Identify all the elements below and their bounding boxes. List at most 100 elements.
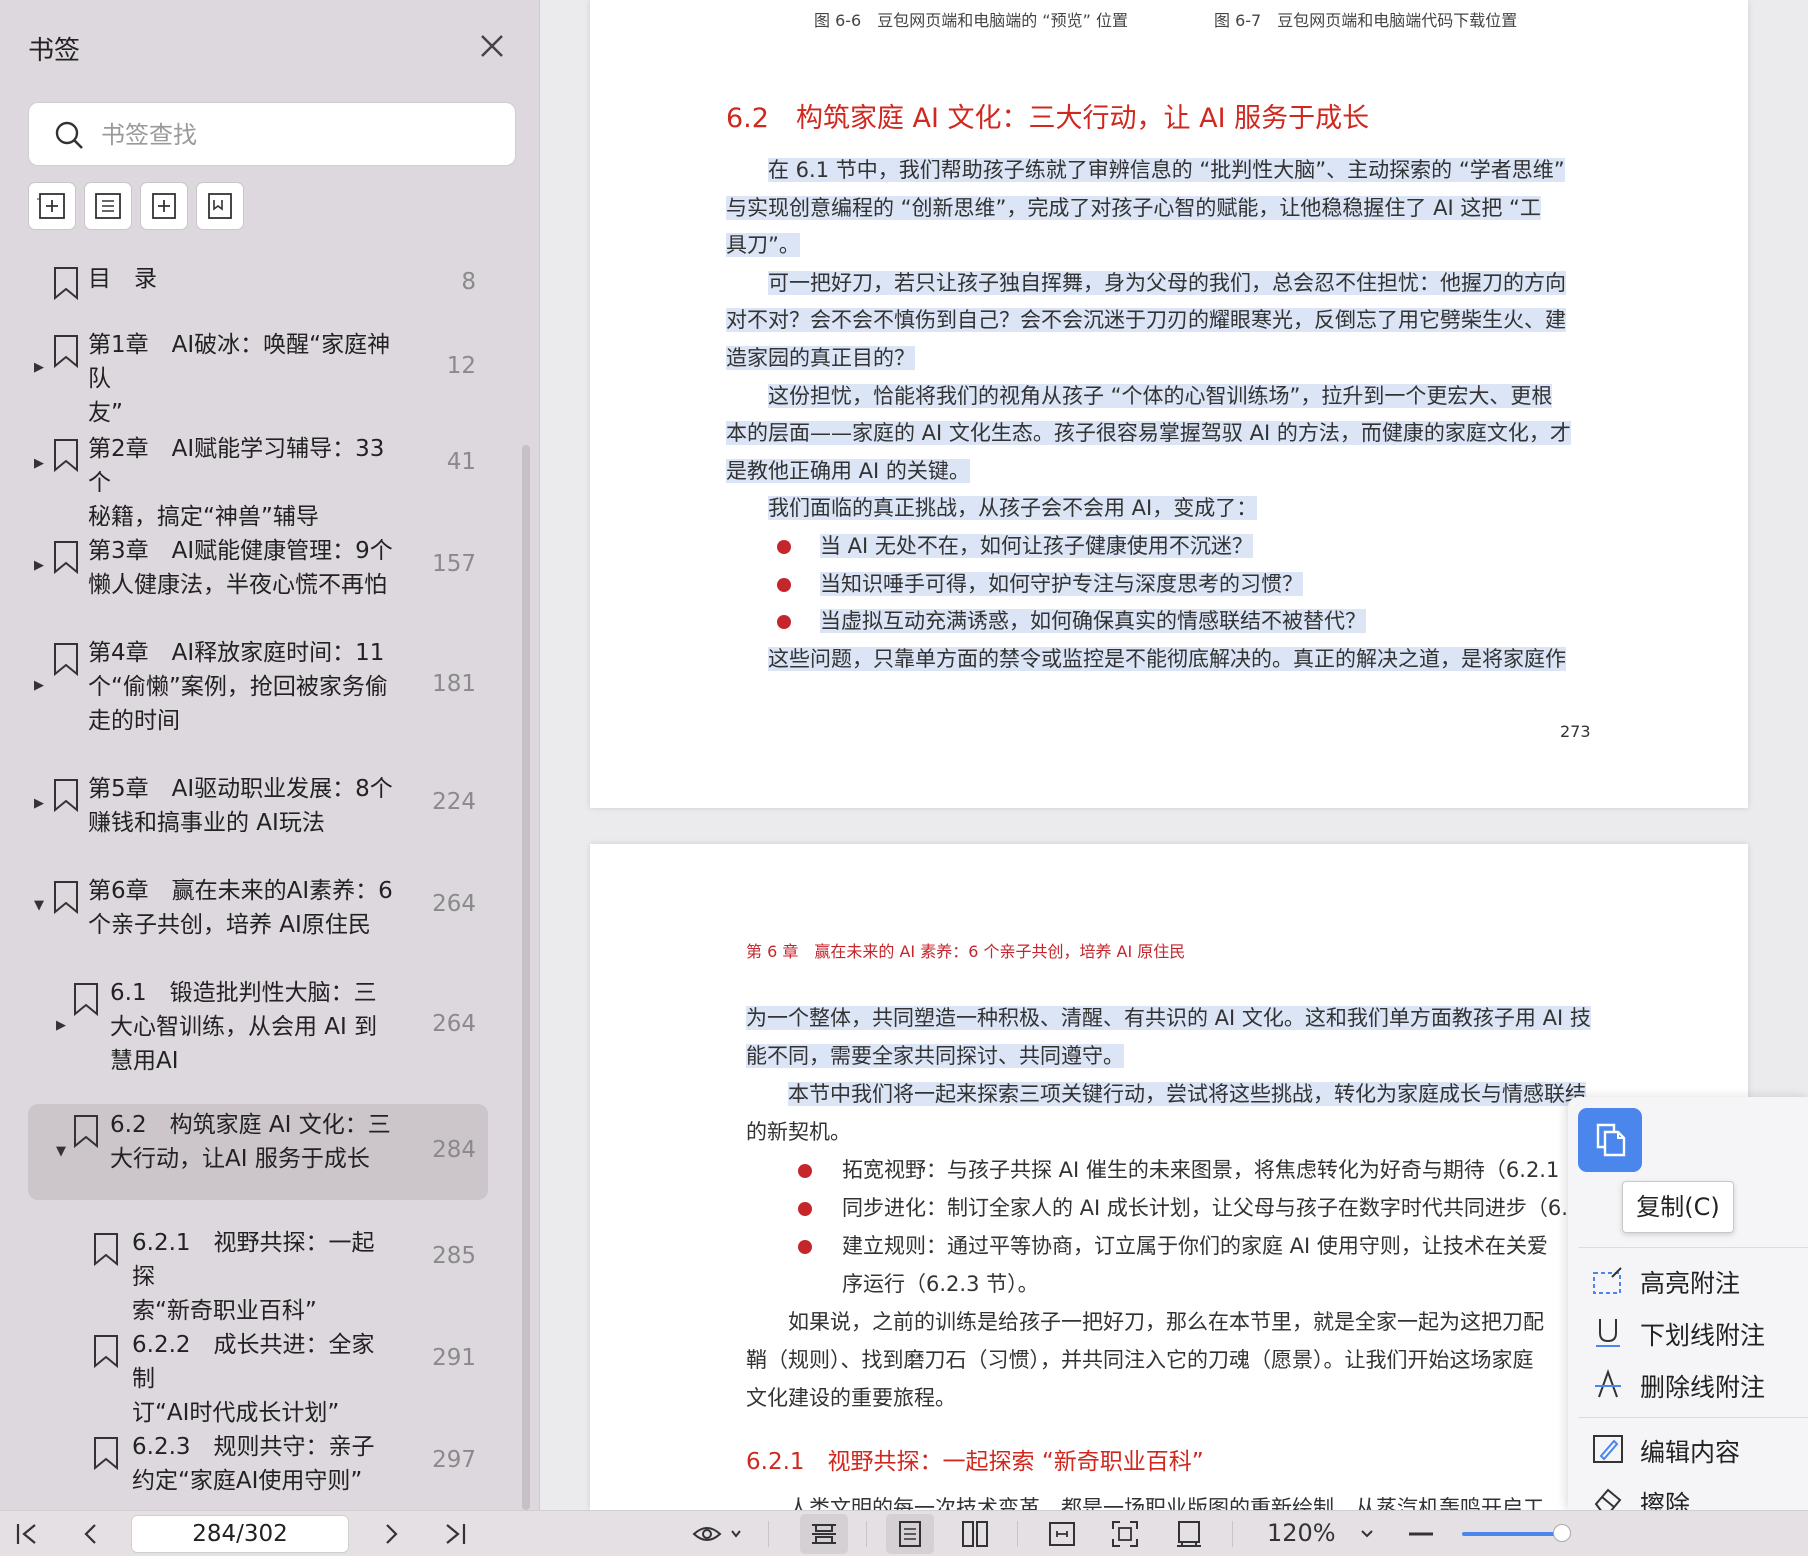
bookmark-item[interactable]: ▶ 6.1 锻造批判性大脑：三 大心智训练，从会用 AI 到慧用AI 264 xyxy=(28,972,488,1080)
body-text-line: 可一把好刀，若只让孩子独自挥舞，身为父母的我们，总会忍不住担忧：他握刀的方向 xyxy=(768,270,1566,295)
text-line: 我们面临的真正挑战，从孩子会不会用 AI，变成了： xyxy=(768,494,1258,522)
body-text-line: 同步进化：制订全家人的 AI 成长计划，让父母与孩子在数字时代共同进步（6.2.… xyxy=(842,1196,1602,1220)
view-mode-eye-icon[interactable] xyxy=(692,1519,742,1549)
previous-page-icon[interactable] xyxy=(76,1519,106,1549)
bookmark-icon xyxy=(54,779,78,812)
strikethrough-note-item[interactable]: 删除线附注 xyxy=(1568,1360,1808,1408)
single-page-icon[interactable] xyxy=(895,1519,925,1549)
copy-button[interactable] xyxy=(1578,1108,1642,1172)
zoom-slider-handle[interactable] xyxy=(1553,1524,1571,1542)
text-line: 当知识唾手可得，如何守护专注与深度思考的习惯？ xyxy=(820,570,1303,598)
add-bookmark-button[interactable] xyxy=(28,182,76,230)
text-line: 具刀”。 xyxy=(726,231,800,259)
expand-arrow-icon[interactable]: ▶ xyxy=(34,796,44,811)
bookmark-item[interactable]: ▶ 第4章 AI释放家庭时间：11 个“偷懒”案例，抢回被家务偷 走的时间 181 xyxy=(28,632,488,740)
expand-arrow-icon[interactable]: ▶ xyxy=(34,360,44,375)
last-page-icon[interactable] xyxy=(440,1519,470,1549)
bookmark-icon xyxy=(208,193,232,219)
collapse-arrow-icon[interactable]: ▼ xyxy=(34,898,44,913)
fit-page-icon[interactable] xyxy=(1110,1519,1140,1549)
bookmark-label-line: 第6章 赢在未来的AI素养：6 xyxy=(88,878,393,904)
remove-bookmark-button[interactable] xyxy=(84,182,132,230)
zoom-slider[interactable] xyxy=(1462,1532,1562,1536)
underline-icon xyxy=(1596,1319,1620,1347)
bullet-dot xyxy=(777,615,791,630)
bookmark-label-line: 6.2.1 视野共探：一起探 xyxy=(132,1230,375,1290)
body-text-line: 能不同，需要全家共同探讨、共同遵守。 xyxy=(746,1044,1124,1068)
bookmark-item[interactable]: 6.2.1 视野共探：一起探 索“新奇职业百科” 285 xyxy=(28,1222,488,1324)
expand-arrow-icon[interactable]: ▶ xyxy=(34,678,44,693)
text-line: 可一把好刀，若只让孩子独自挥舞，身为父母的我们，总会忍不住担忧：他握刀的方向 xyxy=(768,269,1566,297)
bookmark-item[interactable]: ▶ 第5章 AI驱动职业发展：8个 赚钱和搞事业的 AI玩法 224 xyxy=(28,768,488,840)
bookmark-item[interactable]: ▶ 第3章 AI赋能健康管理：9个 懒人健康法，半夜心慌不再怕 157 xyxy=(28,530,488,602)
zoom-out-icon[interactable] xyxy=(1406,1519,1436,1549)
bookmark-search-input[interactable] xyxy=(101,115,501,155)
bookmark-item[interactable]: ▼ 6.2 构筑家庭 AI 文化：三 大行动，让AI 服务于成长 284 xyxy=(28,1104,488,1200)
bullet-dot xyxy=(777,577,791,592)
bookmark-icon xyxy=(54,267,78,300)
zoom-dropdown-icon[interactable] xyxy=(1352,1519,1382,1549)
expand-arrow-icon[interactable]: ▶ xyxy=(56,1018,66,1033)
subsection-heading: 6.2.1 视野共探：一起探索 “新奇职业百科” xyxy=(746,1449,1204,1475)
expand-arrow-icon[interactable]: ▶ xyxy=(34,456,44,471)
bookmark-search-box[interactable] xyxy=(28,102,516,166)
bookmark-label: 第3章 AI赋能健康管理：9个 懒人健康法，半夜心慌不再怕 xyxy=(88,534,394,602)
bookmark-item[interactable]: 6.2.2 成长共进：全家制 订“AI时代成长计划” 291 xyxy=(28,1324,488,1426)
body-text-line: 如果说，之前的训练是给孩子一把好刀，那么在本节里，就是全家一起为这把刀配 xyxy=(788,1310,1544,1334)
edit-content-item[interactable]: 编辑内容 xyxy=(1568,1425,1808,1473)
bookmark-label-line: 个亲子共创，培养 AI原住民 xyxy=(88,912,371,938)
figure-caption: 图 6-7 豆包网页端和电脑端代码下载位置 xyxy=(1214,11,1518,30)
collapse-arrow-icon[interactable]: ▼ xyxy=(56,1144,66,1159)
text-line: 文化建设的重要旅程。 xyxy=(746,1384,956,1412)
highlight-note-item[interactable]: 高亮附注 xyxy=(1568,1256,1808,1304)
bookmark-item[interactable]: 目 录 8 xyxy=(28,258,488,310)
bullet-dot xyxy=(798,1240,812,1254)
expand-arrow-icon[interactable]: ▶ xyxy=(34,558,44,573)
close-icon[interactable] xyxy=(476,30,508,62)
body-text-line: 具刀”。 xyxy=(726,233,800,258)
fit-width-icon[interactable] xyxy=(1047,1519,1077,1549)
copy-tooltip: 复制(C) xyxy=(1622,1181,1734,1233)
bookmark-label-line: 大行动，让AI 服务于成长 xyxy=(110,1146,370,1172)
zoom-level[interactable]: 120% xyxy=(1267,1519,1336,1547)
body-text-line: 这些问题，只靠单方面的禁令或监控是不能彻底解决的。真正的解决之道，是将家庭作 xyxy=(768,646,1566,671)
bookmark-icon xyxy=(54,439,78,472)
bookmark-item[interactable]: ▶ 第2章 AI赋能学习辅导：33个 秘籍，搞定“神兽”辅导 41 xyxy=(28,428,488,530)
bookmark-page-number: 284 xyxy=(432,1137,476,1163)
figure-caption: 图 6-6 豆包网页端和电脑端的 “预览” 位置 xyxy=(814,11,1128,30)
expand-bookmark-button[interactable] xyxy=(140,182,188,230)
first-page-icon[interactable] xyxy=(12,1519,42,1549)
bookmark-icon xyxy=(94,1437,118,1470)
sidebar-scrollbar[interactable] xyxy=(522,445,530,1510)
rotate-page-icon[interactable] xyxy=(1174,1519,1204,1549)
bookmark-item[interactable]: ▶ 第1章 AI破冰：唤醒“家庭神队 友” 12 xyxy=(28,324,488,426)
bookmark-icon xyxy=(94,1233,118,1266)
continuous-page-icon[interactable] xyxy=(809,1519,839,1549)
bullet-dot xyxy=(798,1164,812,1178)
bookmark-item[interactable]: 6.2.3 规则共守：亲子 约定“家庭AI使用守则” 297 xyxy=(28,1426,488,1498)
bookmark-button[interactable] xyxy=(196,182,244,230)
double-page-icon[interactable] xyxy=(960,1519,990,1549)
body-text-line: 鞘（规则）、找到磨刀石（习惯），并共同注入它的刀魂（愿景）。让我们开始这场家庭 xyxy=(746,1348,1534,1372)
add-bookmark-icon xyxy=(37,193,65,219)
page-number-input[interactable]: 284/302 xyxy=(131,1515,349,1553)
bookmark-label-line: 6.2.2 成长共进：全家制 xyxy=(132,1332,375,1392)
bookmark-item[interactable]: ▼ 第6章 赢在未来的AI素养：6 个亲子共创，培养 AI原住民 264 xyxy=(28,870,488,942)
bookmark-label: 6.1 锻造批判性大脑：三 大心智训练，从会用 AI 到慧用AI xyxy=(110,976,394,1078)
text-line: 当虚拟互动充满诱惑，如何确保真实的情感联结不被替代？ xyxy=(820,607,1366,635)
body-text-line: 我们面临的真正挑战，从孩子会不会用 AI，变成了： xyxy=(768,496,1258,521)
body-text-line: 为一个整体，共同塑造一种积极、清醒、有共识的 AI 文化。这和我们单方面教孩子用… xyxy=(746,1006,1591,1030)
text-line: 是教他正确用 AI 的关键。 xyxy=(726,457,970,485)
body-text-line: 本的层面——家庭的 AI 文化生态。孩子很容易掌握驾驭 AI 的方法，而健康的家… xyxy=(726,421,1571,446)
body-text-line: 的新契机。 xyxy=(746,1120,851,1144)
bookmark-label-line: 第4章 AI释放家庭时间：11 xyxy=(88,640,385,666)
bookmark-icon xyxy=(54,881,78,914)
bookmark-label-line: 走的时间 xyxy=(88,708,180,734)
underline-note-item[interactable]: 下划线附注 xyxy=(1568,1308,1808,1356)
body-text-line: 是教他正确用 AI 的关键。 xyxy=(726,458,970,483)
remove-bookmark-icon xyxy=(95,193,121,219)
bookmark-label-line: 慧用AI xyxy=(110,1048,179,1074)
next-page-icon[interactable] xyxy=(376,1519,406,1549)
bookmark-label: 6.2.1 视野共探：一起探 索“新奇职业百科” xyxy=(132,1226,394,1328)
bookmark-label-line: 目 录 xyxy=(88,266,157,292)
